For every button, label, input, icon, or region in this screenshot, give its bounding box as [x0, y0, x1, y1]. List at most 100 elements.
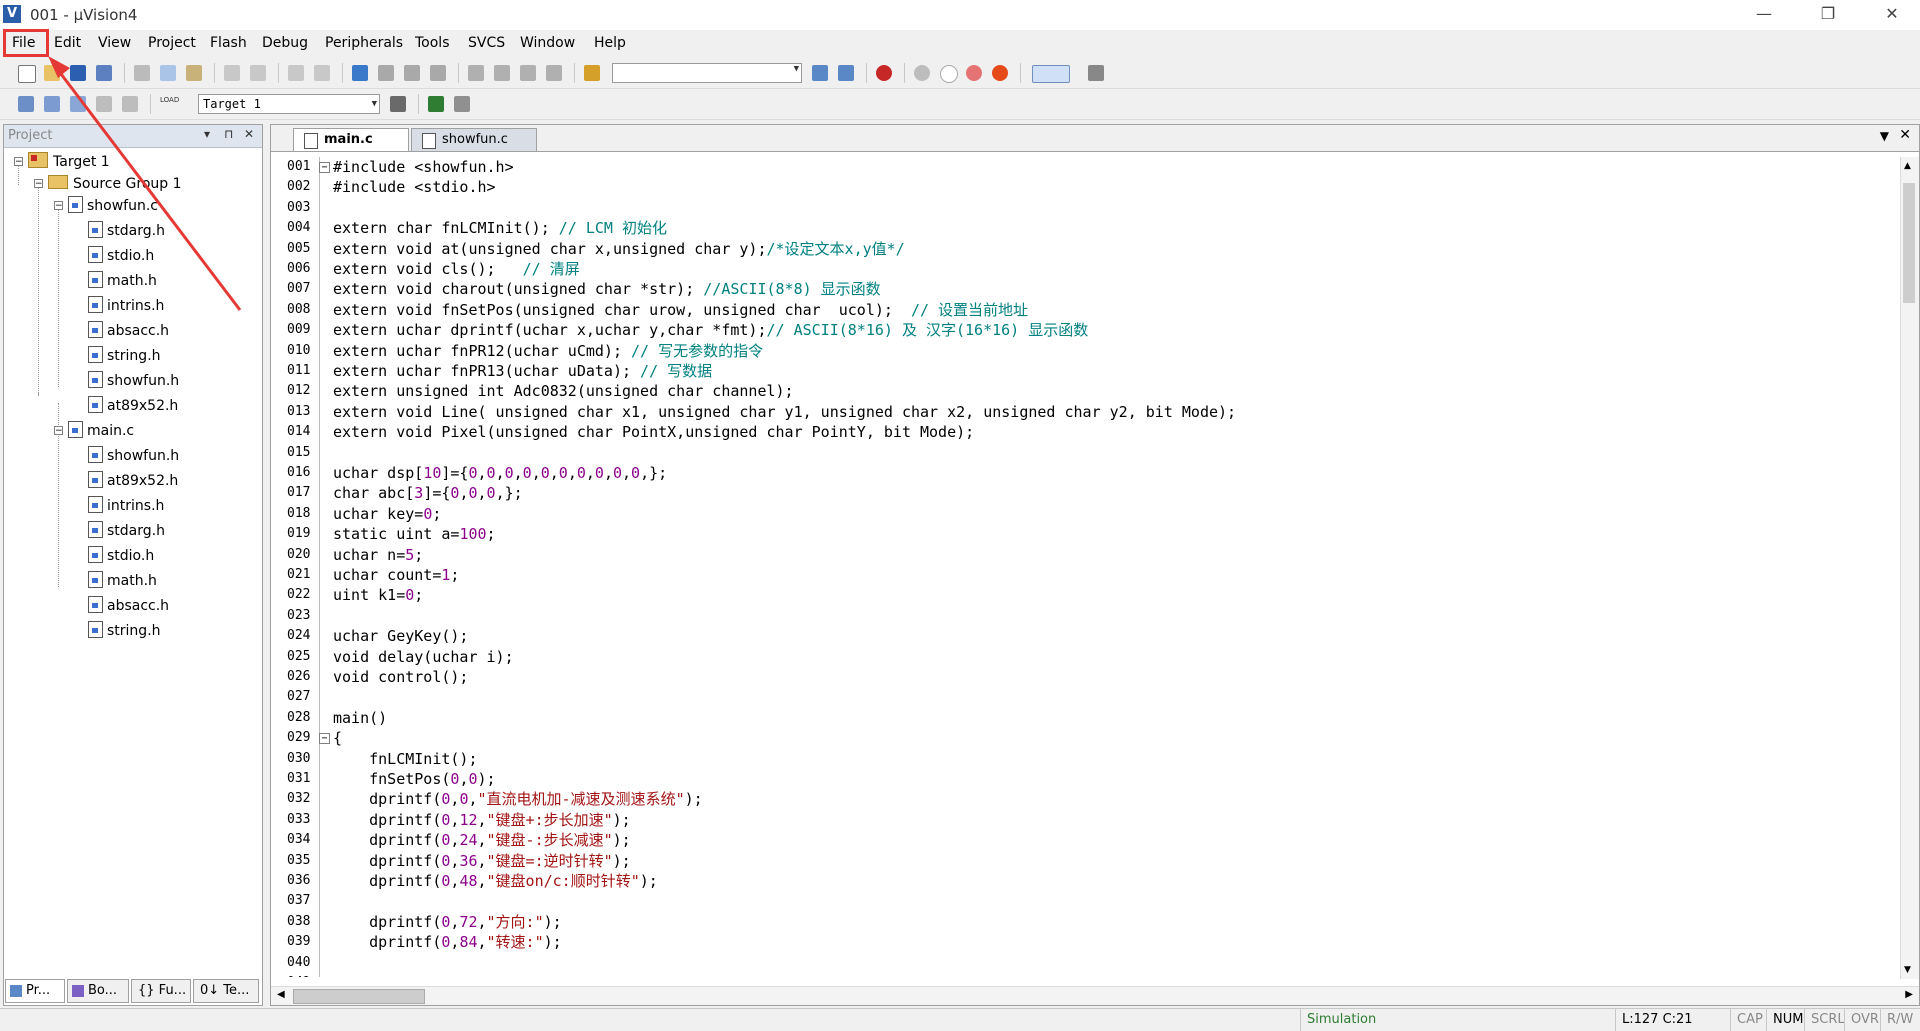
- line-number: 023: [287, 607, 311, 623]
- tab-templates[interactable]: 0↓ Te...: [193, 979, 259, 1003]
- find-combobox[interactable]: ▼: [612, 63, 802, 83]
- unindent-icon[interactable]: [494, 65, 510, 81]
- tab-books[interactable]: Bo...: [67, 979, 129, 1003]
- code-text: dprintf(0,0,"直流电机加-减速及测速系统");: [333, 790, 703, 809]
- vertical-scroll-thumb[interactable]: [1903, 183, 1915, 303]
- code-text: uchar key=0;: [333, 504, 442, 523]
- tree-item-label: main.c: [87, 423, 135, 439]
- line-number: 036: [287, 873, 311, 888]
- tree-item-header[interactable]: showfun.h: [88, 445, 179, 467]
- tree-item-header[interactable]: at89x52.h: [88, 470, 178, 492]
- line-number: 014: [287, 424, 311, 440]
- tab-label: Bo...: [88, 983, 118, 998]
- horizontal-scrollbar[interactable]: ◀ ▶: [271, 986, 1919, 1005]
- insert-breakpoint-icon[interactable]: [914, 65, 930, 81]
- code-text: extern unsigned int Adc0832(unsigned cha…: [333, 382, 794, 401]
- line-number: 015: [287, 444, 311, 460]
- collapse-file-toggle[interactable]: −: [54, 426, 63, 436]
- line-number: 021: [287, 567, 311, 582]
- debug-session-icon[interactable]: [876, 65, 892, 81]
- menu-svcs[interactable]: SVCS: [468, 35, 505, 51]
- tree-item-header[interactable]: showfun.h: [88, 370, 179, 392]
- tab-label: 0↓ Te...: [200, 983, 250, 998]
- header-file-icon: [88, 371, 103, 388]
- restore-button[interactable]: ❐: [1800, 0, 1856, 30]
- tab-label: {} Fu...: [138, 983, 187, 998]
- line-number: 039: [287, 934, 311, 950]
- header-file-icon: [88, 446, 103, 463]
- fold-toggle-icon[interactable]: −: [319, 733, 330, 745]
- tree-item-main-c[interactable]: main.c: [68, 420, 134, 442]
- tab-label: showfun.c: [442, 132, 508, 147]
- chevron-down-icon[interactable]: ▼: [794, 64, 799, 74]
- horizontal-scroll-thumb[interactable]: [293, 989, 425, 1004]
- close-tab-icon[interactable]: ✕: [1899, 127, 1911, 143]
- enable-breakpoint-icon[interactable]: [940, 65, 958, 83]
- scroll-right-icon[interactable]: ▶: [1905, 989, 1913, 1000]
- fold-toggle-icon[interactable]: −: [319, 162, 330, 173]
- header-file-icon: [88, 621, 103, 638]
- tree-item-header[interactable]: stdio.h: [88, 545, 154, 567]
- window-layout-icon[interactable]: [1032, 65, 1070, 83]
- code-text: uint k1=0;: [333, 586, 424, 605]
- code-view[interactable]: 001− #include <showfun.h> 002 #include <std…: [271, 157, 1891, 977]
- scroll-up-icon[interactable]: ▲: [1904, 161, 1911, 171]
- code-text: extern void charout(unsigned char *str);…: [333, 280, 881, 299]
- menu-peripherals[interactable]: Peripherals: [325, 35, 403, 51]
- tree-item-header[interactable]: string.h: [88, 620, 161, 642]
- code-text: dprintf(0,12,"键盘+:步长加速");: [333, 810, 631, 829]
- tab-list-dropdown-icon[interactable]: ▼: [1880, 129, 1889, 143]
- code-text: extern void Pixel(unsigned char PointX,u…: [333, 423, 975, 442]
- tab-functions[interactable]: {} Fu...: [131, 979, 191, 1003]
- comment-icon[interactable]: [520, 65, 536, 81]
- tree-item-label: showfun.h: [107, 448, 180, 464]
- status-rw: R/W: [1880, 1009, 1920, 1031]
- tree-item-header[interactable]: absacc.h: [88, 595, 169, 617]
- manage-components-icon[interactable]: [428, 96, 444, 112]
- line-number: 011: [287, 363, 311, 378]
- tab-label: Pr...: [26, 983, 51, 998]
- close-window-button[interactable]: ✕: [1864, 0, 1920, 30]
- tab-showfun-c[interactable]: showfun.c: [411, 128, 537, 151]
- incremental-find-icon[interactable]: [838, 65, 854, 81]
- line-number: 040: [287, 954, 311, 970]
- uncomment-icon[interactable]: [546, 65, 562, 81]
- tree-item-header[interactable]: stdarg.h: [88, 520, 165, 542]
- line-number: 010: [287, 342, 311, 358]
- configure-icon[interactable]: [1088, 65, 1104, 81]
- kill-breakpoints-icon[interactable]: [992, 65, 1008, 81]
- indent-icon[interactable]: [468, 65, 484, 81]
- bookmark-icon[interactable]: [352, 65, 368, 81]
- menu-help[interactable]: Help: [594, 35, 626, 51]
- minimize-button[interactable]: —: [1736, 0, 1792, 30]
- clear-bookmarks-icon[interactable]: [430, 65, 446, 81]
- disable-breakpoints-icon[interactable]: [966, 65, 982, 81]
- code-text: void delay(uchar i);: [333, 647, 514, 666]
- tree-item-header[interactable]: intrins.h: [88, 495, 164, 517]
- tree-item-header[interactable]: absacc.h: [88, 320, 169, 342]
- tree-item-header[interactable]: math.h: [88, 570, 157, 592]
- prev-bookmark-icon[interactable]: [378, 65, 394, 81]
- c-file-icon: [68, 421, 83, 438]
- tree-item-label: showfun.h: [107, 373, 180, 389]
- target-options-icon[interactable]: [390, 96, 406, 112]
- tree-item-header[interactable]: string.h: [88, 345, 161, 367]
- code-text: uchar n=5;: [333, 545, 424, 564]
- scroll-down-icon[interactable]: ▼: [1904, 965, 1911, 975]
- tree-item-label: at89x52.h: [107, 398, 179, 414]
- tree-item-header[interactable]: at89x52.h: [88, 395, 178, 417]
- manage-books-icon[interactable]: [454, 96, 470, 112]
- navigate-forward-icon[interactable]: [314, 65, 330, 81]
- code-text: extern void at(unsigned char x,unsigned …: [333, 239, 905, 258]
- code-text: dprintf(0,48,"键盘on/c:顺时针转");: [333, 872, 658, 890]
- tab-main-c[interactable]: main.c: [293, 128, 409, 151]
- find-in-files-icon[interactable]: [584, 65, 600, 81]
- vertical-scrollbar[interactable]: ▲ ▼: [1900, 157, 1919, 979]
- next-bookmark-icon[interactable]: [404, 65, 420, 81]
- menu-window[interactable]: Window: [520, 35, 575, 51]
- scroll-left-icon[interactable]: ◀: [277, 989, 285, 1000]
- chevron-down-icon[interactable]: ▼: [372, 95, 377, 113]
- find-icon[interactable]: [812, 65, 828, 81]
- menu-tools[interactable]: Tools: [415, 35, 450, 51]
- tab-project[interactable]: Pr...: [5, 979, 65, 1003]
